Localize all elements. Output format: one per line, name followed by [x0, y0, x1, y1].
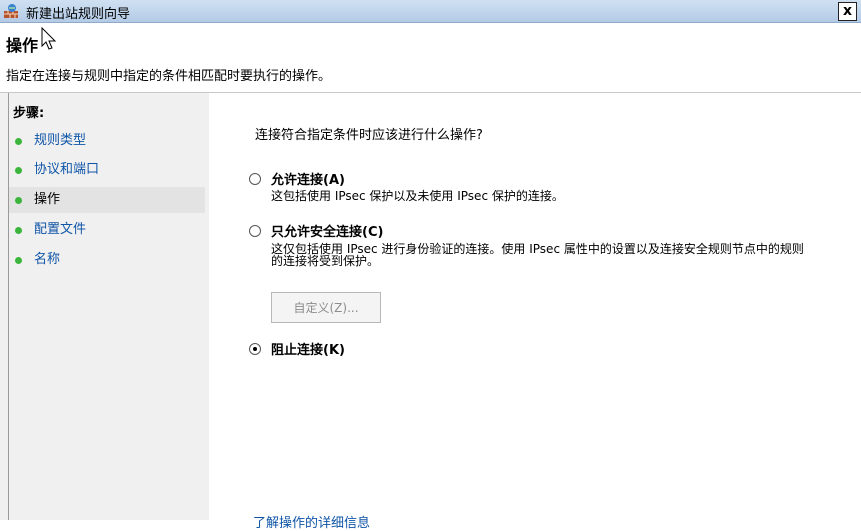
title-bar: 新建出站规则向导 x — [0, 0, 861, 23]
step-label: 协议和端口 — [34, 162, 100, 177]
page-description: 指定在连接与规则中指定的条件相匹配时要执行的操作。 — [6, 69, 332, 84]
block-connection-radio[interactable]: 阻止连接(K) — [249, 339, 345, 358]
close-button[interactable]: x — [838, 2, 857, 21]
allow-secure-connection-radio[interactable]: 只允许安全连接(C) — [249, 221, 383, 240]
wizard-header: 操作 指定在连接与规则中指定的条件相匹配时要执行的操作。 — [0, 23, 861, 89]
customize-button[interactable]: 自定义(Z)... — [271, 292, 381, 323]
radio-label: 只允许安全连接(C) — [271, 225, 384, 240]
step-action[interactable]: 操作 — [9, 187, 205, 213]
action-question: 连接符合指定条件时应该进行什么操作? — [255, 128, 483, 143]
main-panel: 连接符合指定条件时应该进行什么操作? 允许连接(A) 这包括使用 IPsec 保… — [209, 93, 861, 531]
steps-title: 步骤: — [13, 106, 45, 121]
step-bullet-icon — [15, 227, 22, 234]
step-bullet-icon — [15, 138, 22, 145]
step-label: 名称 — [34, 252, 61, 267]
radio-circle-icon[interactable] — [249, 342, 261, 355]
allow-secure-connection-description: 这仅包括使用 IPsec 进行身份验证的连接。使用 IPsec 属性中的设置以及… — [271, 242, 804, 268]
step-rule-type[interactable]: 规则类型 — [9, 128, 205, 154]
radio-circle-icon[interactable] — [249, 224, 261, 237]
learn-more-link[interactable]: 了解操作的详细信息 — [253, 512, 370, 531]
allow-connection-radio[interactable]: 允许连接(A) — [249, 169, 345, 188]
step-label: 操作 — [34, 192, 61, 207]
step-bullet-icon — [15, 167, 22, 174]
step-label: 配置文件 — [34, 222, 87, 237]
radio-label: 阻止连接(K) — [271, 343, 345, 358]
left-edge-strip — [0, 93, 9, 520]
page-title: 操作 — [6, 36, 39, 55]
allow-connection-description: 这包括使用 IPsec 保护以及未使用 IPsec 保护的连接。 — [271, 189, 564, 203]
radio-circle-icon[interactable] — [249, 172, 261, 185]
step-bullet-icon — [15, 197, 22, 204]
radio-label: 允许连接(A) — [271, 173, 345, 188]
step-label: 规则类型 — [34, 133, 87, 148]
mouse-cursor-icon — [40, 26, 60, 55]
firewall-wall-icon — [3, 3, 20, 19]
step-profile[interactable]: 配置文件 — [9, 217, 205, 243]
step-protocol-ports[interactable]: 协议和端口 — [9, 157, 205, 183]
window-title: 新建出站规则向导 — [26, 7, 131, 22]
steps-panel: 步骤: 规则类型 协议和端口 操作 配置文件 名称 — [9, 93, 209, 520]
step-bullet-icon — [15, 257, 22, 264]
step-name[interactable]: 名称 — [9, 247, 205, 273]
